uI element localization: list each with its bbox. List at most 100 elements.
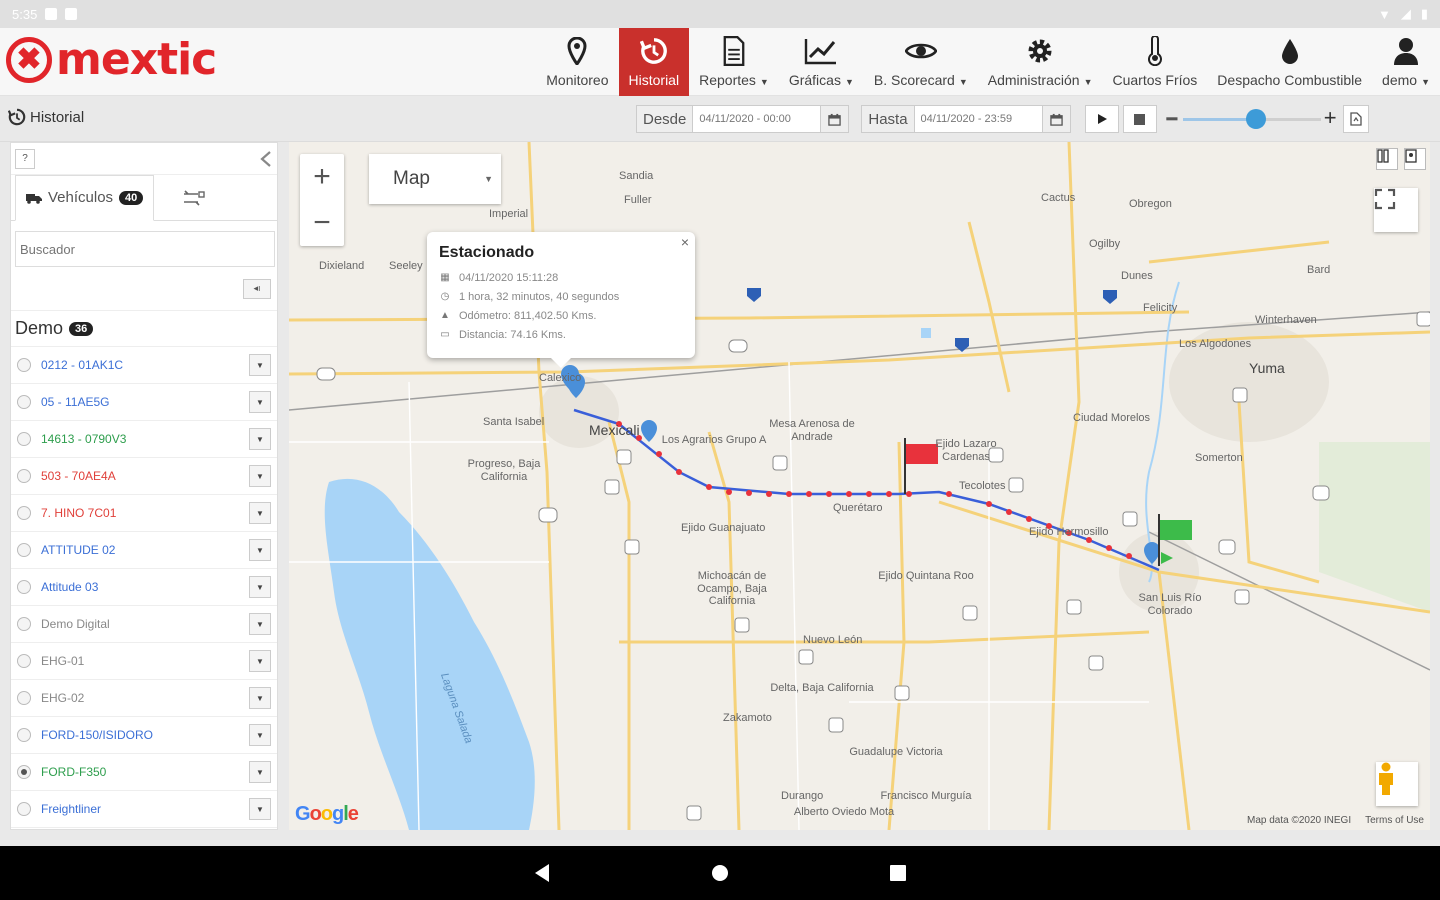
playback-speed-slider[interactable]: ━ + (1167, 105, 1337, 133)
collapse-sidebar-icon[interactable] (259, 150, 273, 168)
tab-routes[interactable] (154, 175, 216, 221)
map-type-select[interactable]: Map ▼ (369, 154, 501, 204)
home-icon[interactable] (711, 864, 729, 882)
vehicle-menu-button[interactable]: ▼ (249, 687, 271, 709)
back-icon[interactable] (533, 863, 551, 883)
vehicle-list-item[interactable]: FORD-F350 ▼ (11, 754, 277, 791)
nav-label-text: Gráficas (788, 72, 841, 88)
vehicle-radio[interactable] (17, 358, 31, 372)
vehicle-menu-button[interactable]: ▼ (249, 391, 271, 413)
parked-info-popup: × Estacionado ▦ 04/11/2020 15:11:28 ◷ 1 … (427, 232, 695, 368)
location-pin-icon (567, 36, 587, 66)
vehicle-menu-button[interactable]: ▼ (249, 650, 271, 672)
sort-button[interactable]: ◂ı (243, 278, 271, 299)
vehicle-radio[interactable] (17, 617, 31, 631)
vehicle-radio[interactable] (17, 765, 31, 779)
vehicle-list-item[interactable]: 503 - 70AE4A ▼ (11, 458, 277, 495)
vehicle-radio[interactable] (17, 469, 31, 483)
vehicle-menu-button[interactable]: ▼ (249, 761, 271, 783)
nav-item-monitoreo[interactable]: Monitoreo (536, 28, 618, 96)
slider-knob[interactable] (1245, 109, 1266, 129)
layers-toggle-button[interactable] (1376, 148, 1398, 170)
vehicle-list-item[interactable]: Demo Digital ▼ (11, 606, 277, 643)
map-marker-toggle-button[interactable] (1404, 148, 1426, 170)
vehicle-menu-button[interactable]: ▼ (249, 613, 271, 635)
vehicle-radio[interactable] (17, 395, 31, 409)
history-icon (639, 36, 668, 66)
vehicle-label: 7. HINO 7C01 (41, 506, 117, 520)
export-file-icon (1349, 112, 1362, 126)
stop-button[interactable] (1122, 105, 1157, 133)
vehicle-list-item[interactable]: Attitude 03 ▼ (11, 569, 277, 606)
help-button[interactable]: ? (15, 148, 35, 169)
vehicle-list-item[interactable]: 05 - 11AE5G ▼ (11, 384, 277, 421)
document-icon (722, 36, 746, 66)
vehicle-radio[interactable] (17, 802, 31, 816)
vehicle-menu-button[interactable]: ▼ (249, 724, 271, 746)
vehicle-list-item[interactable]: ATTITUDE 02 ▼ (11, 532, 277, 569)
vehicle-menu-button[interactable]: ▼ (249, 502, 271, 524)
vehicle-radio[interactable] (17, 691, 31, 705)
vehicle-search-input[interactable] (15, 231, 275, 267)
vehicle-list-item[interactable]: EHG-02 ▼ (11, 680, 277, 717)
vehicle-radio[interactable] (17, 654, 31, 668)
vehicle-radio[interactable] (17, 543, 31, 557)
zoom-in-button[interactable]: + (300, 154, 344, 200)
vehicle-list-item[interactable]: 14613 - 0790V3 ▼ (11, 421, 277, 458)
vehicle-label: Freightliner (41, 802, 102, 816)
thermometer-icon (1147, 36, 1163, 66)
minus-icon[interactable]: ━ (1167, 109, 1178, 130)
road-icon: ▲ (440, 310, 450, 321)
to-date-input[interactable] (914, 105, 1043, 133)
nav-item-reportes[interactable]: Reportes ▼ (689, 28, 779, 96)
nav-item-demo[interactable]: demo ▼ (1372, 28, 1440, 96)
vehicle-radio[interactable] (17, 580, 31, 594)
map-place-label: Dixieland (319, 260, 365, 272)
vehicle-radio[interactable] (17, 432, 31, 446)
play-button[interactable] (1084, 105, 1119, 133)
vehicle-list-item[interactable]: EHG-01 ▼ (11, 643, 277, 680)
popup-title: Estacionado (439, 244, 535, 261)
group-header[interactable]: Demo 36 (11, 311, 277, 347)
vehicle-list-item[interactable]: FORD-150/ISIDORO ▼ (11, 717, 277, 754)
from-calendar-button[interactable] (821, 105, 850, 133)
to-calendar-button[interactable] (1042, 105, 1071, 133)
nav-item-cuartos-fríos[interactable]: Cuartos Fríos (1102, 28, 1207, 96)
fullscreen-button[interactable] (1374, 188, 1418, 232)
interstate-shields (747, 288, 1117, 352)
zoom-out-button[interactable]: − (300, 200, 344, 246)
mextic-logo[interactable]: ✖ mextic (6, 34, 217, 85)
nav-item-historial[interactable]: Historial (618, 28, 690, 96)
line-chart-icon (804, 36, 838, 66)
terms-link[interactable]: Terms of Use (1365, 815, 1424, 826)
vehicle-menu-button[interactable]: ▼ (249, 354, 271, 376)
vehicle-list-item[interactable]: 7. HINO 7C01 ▼ (11, 495, 277, 532)
chevron-down-icon: ▼ (484, 174, 493, 184)
nav-item-despacho-combustible[interactable]: Despacho Combustible (1207, 28, 1372, 96)
vehicle-sidebar: ? Vehículos 40 ◂ı Demo 36 0212 - 01AK1C ▼… (10, 142, 278, 830)
vehicle-menu-button[interactable]: ▼ (249, 576, 271, 598)
recents-icon[interactable] (889, 864, 907, 882)
vehicle-radio[interactable] (17, 506, 31, 520)
vehicle-menu-button[interactable]: ▼ (249, 465, 271, 487)
tab-vehicles[interactable]: Vehículos 40 (15, 174, 155, 221)
vehicle-list-item[interactable]: Freightliner ▼ (11, 791, 277, 828)
vehicle-menu-button[interactable]: ▼ (249, 798, 271, 820)
vehicle-list-item[interactable]: 0212 - 01AK1C ▼ (11, 347, 277, 384)
nav-item-gráficas[interactable]: Gráficas ▼ (779, 28, 864, 96)
vehicle-radio[interactable] (17, 728, 31, 742)
export-button[interactable] (1342, 105, 1369, 133)
from-date-input[interactable] (693, 105, 822, 133)
nav-item-administración[interactable]: Administración ▼ (978, 28, 1103, 96)
vehicle-menu-button[interactable]: ▼ (249, 539, 271, 561)
plus-icon[interactable]: + (1324, 105, 1337, 131)
nav-item-b-scorecard[interactable]: B. Scorecard ▼ (864, 28, 978, 96)
map-view[interactable]: Sandia Fuller Imperial Cactus Obregon Ogilby D… (289, 142, 1430, 830)
nav-label-text: Administración (987, 72, 1080, 88)
vehicle-menu-button[interactable]: ▼ (249, 428, 271, 450)
map-place-label: Obregon (1129, 198, 1172, 210)
street-view-button[interactable] (1376, 762, 1418, 806)
nav-label-text: Reportes (699, 72, 756, 88)
map-place-label: Santa Isabel (483, 416, 545, 428)
close-icon[interactable]: × (681, 234, 689, 250)
